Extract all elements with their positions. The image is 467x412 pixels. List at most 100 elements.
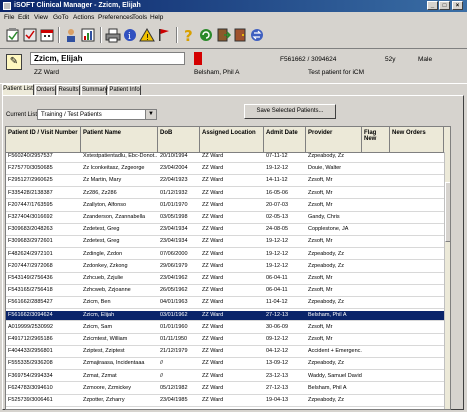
save-selected-patients-button[interactable]: Save Selected Patients... [244, 104, 336, 119]
cell-admit-date: 16-05-06 [266, 189, 289, 196]
cell-patient-name: Zzmat, Zzmat [83, 372, 117, 379]
col-header-new-orders[interactable]: New Orders [390, 127, 444, 152]
vertical-scrollbar[interactable] [444, 152, 450, 409]
table-row[interactable]: F560240/2957537 Xxtestpatientadlu, Ebc-Do… [6, 152, 444, 163]
cell-location: ZZ Ward [202, 372, 224, 379]
cell-admit-date: 19-12-12 [266, 262, 289, 269]
scrollbar-thumb[interactable] [445, 182, 450, 242]
table-row[interactable]: F624783/3094610 Zzmoore, Zzmickey 05/12/19… [6, 384, 444, 395]
cell-provider: Zzpeabody, Zz [308, 250, 344, 257]
toolbar: i ! ? [0, 24, 467, 46]
cell-patient-name: Zz286, Zz286 [83, 189, 117, 196]
menu-tools[interactable]: Tools [132, 14, 147, 21]
table-row[interactable]: F482624/2972101 Zzdingle, Zzdon 07/06/2000… [6, 250, 444, 261]
col-header-admit-date[interactable]: Admit Date [264, 127, 306, 152]
table-row[interactable]: F295127/2960625 Zz Martin, Mary 22/04/1923… [6, 176, 444, 188]
cell-location: ZZ Ward [202, 287, 224, 294]
menu-actions[interactable]: Actions [73, 14, 94, 21]
menu-goto[interactable]: GoTo [53, 14, 69, 21]
cell-patient-id: F624783/3094610 [8, 384, 53, 391]
chevron-down-icon[interactable]: ▼ [145, 110, 156, 119]
person-icon[interactable] [63, 27, 79, 43]
cell-patient-name: Zzicm, Sam [83, 323, 113, 330]
cell-admit-date: 19-12-12 [266, 250, 289, 257]
cell-patient-name: Zzallyton, Alfonso [83, 201, 127, 208]
table-row[interactable]: F525739/3006461 Zzpotter, Zzharry 23/04/19… [6, 396, 444, 407]
cell-dob: 03/05/1998 [160, 214, 188, 220]
table-row[interactable]: F207447/2972068 Zzdonkey, Zzkong 29/06/197… [6, 262, 444, 273]
maximize-button[interactable]: □ [439, 1, 450, 10]
col-header-location[interactable]: Assigned Location [200, 127, 264, 152]
calendar-icon[interactable] [39, 27, 55, 43]
cell-admit-date: 04-12-12 [266, 348, 289, 355]
table-row[interactable]: F561662/2885427 Zzicm, Ben 04/01/1963 ZZ Wa… [6, 298, 444, 310]
cell-admit-date: 27-12-13 [266, 311, 289, 318]
tab-patient-list[interactable]: Patient List [2, 84, 34, 95]
current-list-select[interactable]: Training / Test Patients ▼ [37, 109, 157, 120]
cell-dob: 23/04/1934 [160, 238, 188, 245]
info-icon[interactable]: i [122, 27, 138, 43]
alert-flag-icon[interactable] [194, 52, 202, 65]
table-row[interactable]: F555335/2936208 Zzmajiraasa, Incidentaaa /… [6, 359, 444, 371]
door-icon[interactable] [232, 27, 248, 43]
svg-text:i: i [128, 32, 131, 42]
cell-admit-date: 09-12-12 [266, 336, 289, 342]
cell-admit-date: 30-06-09 [266, 323, 289, 330]
cell-patient-id: F482624/2972101 [8, 250, 53, 257]
cell-admit-date: 19-12-12 [266, 238, 289, 245]
menu-help[interactable]: Help [150, 14, 163, 21]
table-row[interactable]: F335428/2138387 Zz286, Zz286 01/12/1932 ZZ … [6, 189, 444, 200]
col-header-provider[interactable]: Provider [306, 127, 362, 152]
table-row[interactable]: F327404/3016692 Zzanderson, Zzannabella 03… [6, 213, 444, 224]
menu-edit[interactable]: Edit [18, 14, 29, 21]
cell-patient-name: Zzmajiraasa, Incidentaaa [83, 360, 145, 367]
menu-file[interactable]: File [4, 14, 14, 21]
tab-summary[interactable]: Summary [81, 85, 108, 95]
table-row[interactable]: F309683/2048263 Zzdetest, Greg 23/04/1934 Z… [6, 225, 444, 237]
col-header-patient-name[interactable]: Patient Name [81, 127, 158, 152]
cell-admit-date: 19-04-13 [266, 397, 289, 403]
flag-icon[interactable] [156, 27, 172, 43]
table-row[interactable]: F369754/2994334 Zzmat, Zzmat // ZZ Ward 23-1… [6, 372, 444, 383]
col-header-patient-id[interactable]: Patient ID / Visit Number [6, 127, 81, 152]
chart-icon[interactable] [80, 27, 96, 43]
table-row[interactable]: F561662/3094624 Zzicm, Elijah 03/01/1962 ZZ… [6, 310, 444, 322]
table-row[interactable]: A019999/2530992 Zzicm, Sam 01/01/1960 ZZ Wa… [6, 323, 444, 334]
help-icon[interactable]: ? [181, 27, 197, 45]
table-row[interactable]: F543165/2756418 Zzhcweb, Zzjoanne 26/05/19… [6, 286, 444, 298]
table-row[interactable]: F207447/1763595 Zzallyton, Alfonso 01/01/1… [6, 201, 444, 212]
cell-patient-id: F561662/3094624 [8, 311, 53, 318]
cell-location: ZZ Ward [202, 201, 224, 208]
check-icon[interactable] [22, 27, 38, 43]
table-row[interactable]: F491712/2965186 Zzicmtest, William 01/11/1… [6, 335, 444, 346]
cell-patient-id: F327404/3016692 [8, 214, 53, 220]
app-icon [3, 2, 11, 10]
cell-admit-date: 14-11-12 [266, 177, 288, 184]
close-button[interactable]: × [452, 1, 463, 10]
table-row[interactable]: F543149/2756436 Zzhcueb, Zzjulie 23/04/196… [6, 274, 444, 285]
warning-icon[interactable]: ! [139, 27, 155, 43]
table-row[interactable]: F309683/2972601 Zzdetest, Greg 23/04/1934 Z… [6, 237, 444, 249]
cell-location: ZZ Ward [202, 214, 224, 220]
col-header-dob[interactable]: DoB [158, 127, 200, 152]
patient-banner: ✎ Zzicm, Elijah F561662 / 3094624 52y Ma… [0, 48, 467, 84]
refresh-icon[interactable] [198, 27, 214, 43]
cell-dob: 22/04/1923 [160, 177, 188, 184]
sync-icon[interactable] [249, 27, 265, 43]
table-row[interactable]: F404433/2956801 Zziptest, Zziptest 21/12/1… [6, 347, 444, 359]
tab-orders[interactable]: Orders [35, 85, 56, 95]
cell-provider: Copplestone, JA [308, 226, 349, 233]
print-icon[interactable] [105, 27, 121, 43]
minimize-button[interactable]: _ [427, 1, 438, 10]
edit-patient-icon[interactable]: ✎ [6, 54, 22, 70]
menu-preferences[interactable]: Preferences [98, 14, 133, 21]
col-header-flag-new[interactable]: Flag New [362, 127, 390, 152]
cell-patient-id: F404433/2956801 [8, 348, 53, 355]
tab-results[interactable]: Results [57, 85, 80, 95]
cell-provider: Belsham, Phil A [308, 384, 347, 391]
table-row[interactable]: F275770/3050685 Zz Iconkeitasz, Zzgeorge 2… [6, 164, 444, 176]
tab-patient-info[interactable]: Patient Info [108, 85, 141, 95]
exit-icon[interactable] [215, 27, 232, 43]
patient-list-icon[interactable] [5, 27, 21, 43]
menu-view[interactable]: View [34, 14, 48, 21]
